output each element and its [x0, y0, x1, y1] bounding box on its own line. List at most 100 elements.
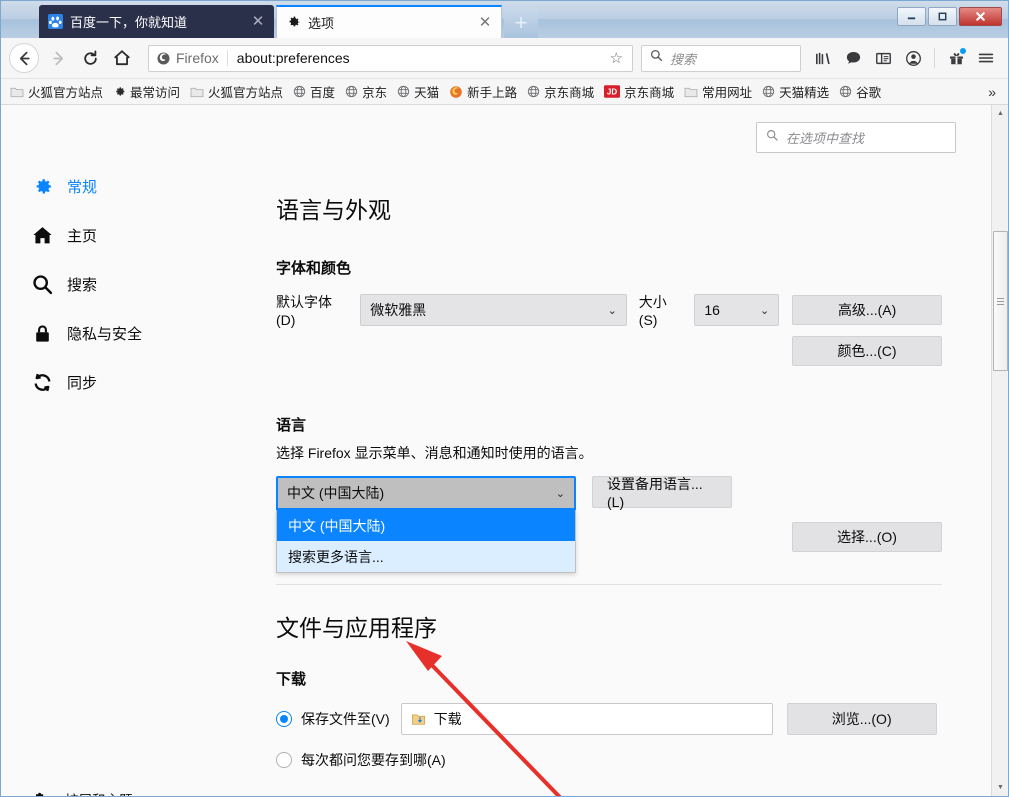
language-option-zh-cn[interactable]: 中文 (中国大陆): [277, 510, 575, 541]
ask-each-time-radio[interactable]: [276, 752, 292, 768]
search-icon: [650, 49, 663, 67]
language-select[interactable]: 中文 (中国大陆) ⌄: [276, 476, 576, 510]
brand-label: Firefox: [176, 50, 219, 66]
folder-icon: [190, 86, 204, 98]
url-text[interactable]: about:preferences: [228, 50, 608, 66]
sync-icon: [31, 371, 53, 393]
language-option-search-more[interactable]: 搜索更多语言...: [277, 541, 575, 572]
sidebar-item-privacy-security[interactable]: 隐私与安全: [31, 318, 261, 348]
bookmark-label: 最常访问: [130, 82, 180, 101]
gift-icon[interactable]: [942, 43, 970, 73]
save-files-label: 保存文件至(V): [301, 709, 390, 729]
minimize-button[interactable]: [897, 7, 926, 26]
sidebar-item-label: 隐私与安全: [67, 323, 142, 344]
download-folder-input[interactable]: 下载: [401, 703, 773, 735]
downloads-heading: 下载: [276, 668, 942, 689]
language-dropdown-popup: 中文 (中国大陆) 搜索更多语言...: [276, 510, 576, 573]
sidebar-item-extensions-themes[interactable]: 扩展和主题: [31, 785, 271, 796]
sidebar-icon[interactable]: [869, 43, 897, 73]
choose-button[interactable]: 选择...(O): [792, 522, 942, 552]
tab-baidu[interactable]: 百度一下，你就知道 ✕: [39, 5, 274, 38]
firefox-icon: [449, 85, 463, 99]
tab-close-icon[interactable]: ✕: [477, 15, 493, 31]
bookmark-item[interactable]: 谷歌: [834, 80, 886, 103]
chevron-down-icon: ⌄: [556, 487, 565, 500]
sidebar-item-home[interactable]: 主页: [31, 220, 261, 250]
font-size-label: 大小(S): [639, 292, 686, 328]
tab-title: 百度一下，你就知道: [70, 12, 243, 31]
default-font-select[interactable]: 微软雅黑 ⌄: [360, 294, 627, 326]
bookmark-item[interactable]: 百度: [288, 80, 340, 103]
maximize-button[interactable]: [928, 7, 957, 26]
library-icon[interactable]: [809, 43, 837, 73]
sidebar-item-label: 同步: [67, 372, 97, 393]
globe-icon: [293, 85, 306, 98]
tab-options[interactable]: 选项 ✕: [276, 5, 502, 38]
preferences-search-input[interactable]: 在选项中查找: [756, 122, 956, 153]
files-apps-title: 文件与应用程序: [276, 609, 942, 643]
bookmark-item[interactable]: 新手上路: [444, 80, 522, 103]
lock-icon: [31, 322, 53, 344]
bookmark-label: 京东商城: [624, 82, 674, 101]
preferences-sidebar: 常规 主页 搜索 隐私与安全: [31, 171, 261, 416]
globe-icon: [839, 85, 852, 98]
navigation-toolbar: Firefox about:preferences ☆ 搜索: [1, 38, 1008, 79]
preferences-page: 在选项中查找 常规 主页 搜索: [1, 105, 1008, 796]
pocket-icon[interactable]: [839, 43, 867, 73]
preferences-main-panel: 语言与外观 字体和颜色 默认字体(D) 微软雅黑 ⌄ 大小(S) 16 ⌄ 高级…: [276, 191, 942, 770]
font-size-select[interactable]: 16 ⌄: [694, 294, 779, 326]
folder-icon: [10, 86, 24, 98]
reload-button[interactable]: [74, 42, 106, 74]
save-files-row: 保存文件至(V) 下载 浏览...(O): [276, 703, 942, 735]
bookmark-item[interactable]: 京东商城: [522, 80, 599, 103]
account-icon[interactable]: [899, 43, 927, 73]
bookmark-item[interactable]: JD 京东商城: [599, 80, 679, 103]
sidebar-item-label: 搜索: [67, 274, 97, 295]
default-font-label: 默认字体(D): [276, 292, 351, 328]
svg-text:JD: JD: [607, 88, 617, 97]
home-button[interactable]: [106, 42, 138, 74]
set-alternate-languages-button[interactable]: 设置备用语言...(L): [592, 476, 732, 508]
page-title: 语言与外观: [276, 191, 942, 225]
bookmark-label: 天猫精选: [779, 82, 829, 101]
fonts-colors-heading: 字体和颜色: [276, 257, 942, 278]
sidebar-item-general[interactable]: 常规: [31, 171, 261, 201]
back-button[interactable]: [9, 43, 39, 73]
bookmark-item[interactable]: 火狐官方站点: [5, 80, 108, 103]
bookmark-item[interactable]: 火狐官方站点: [185, 80, 288, 103]
title-bar: 百度一下，你就知道 ✕ 选项 ✕ +: [1, 1, 1008, 38]
colors-row: 颜色...(C): [276, 336, 942, 366]
advanced-button[interactable]: 高级...(A): [792, 295, 942, 325]
globe-icon: [762, 85, 775, 98]
colors-button[interactable]: 颜色...(C): [792, 336, 942, 366]
new-tab-button[interactable]: +: [504, 7, 538, 38]
bookmark-item[interactable]: 常用网址: [679, 80, 757, 103]
scroll-up-button[interactable]: ▲: [992, 105, 1009, 122]
scrollbar-thumb[interactable]: [993, 231, 1008, 371]
save-files-radio[interactable]: [276, 711, 292, 727]
search-bar[interactable]: 搜索: [641, 45, 801, 72]
bookmark-item[interactable]: 京东: [340, 80, 392, 103]
url-bar[interactable]: Firefox about:preferences ☆: [148, 45, 633, 72]
close-button[interactable]: [959, 7, 1002, 26]
browse-button[interactable]: 浏览...(O): [787, 703, 937, 735]
sidebar-item-label: 扩展和主题: [65, 789, 133, 796]
gear-icon: [31, 175, 53, 197]
jd-icon: JD: [604, 85, 620, 98]
vertical-scrollbar[interactable]: ▲ ▼: [991, 105, 1008, 796]
bookmark-item[interactable]: 天猫精选: [757, 80, 834, 103]
ask-each-time-label: 每次都问您要存到哪(A): [301, 750, 446, 770]
tab-close-icon[interactable]: ✕: [250, 14, 266, 30]
sidebar-item-search[interactable]: 搜索: [31, 269, 261, 299]
search-placeholder: 搜索: [670, 49, 696, 68]
default-font-row: 默认字体(D) 微软雅黑 ⌄ 大小(S) 16 ⌄ 高级...(A): [276, 292, 942, 328]
hamburger-menu-icon[interactable]: [972, 43, 1000, 73]
bookmark-label: 天猫: [414, 82, 439, 101]
bookmark-item[interactable]: 最常访问: [108, 80, 185, 103]
scroll-down-button[interactable]: ▼: [992, 779, 1009, 796]
bookmarks-overflow-button[interactable]: »: [980, 84, 1004, 100]
bookmark-star-icon[interactable]: ☆: [608, 49, 625, 67]
sidebar-item-sync[interactable]: 同步: [31, 367, 261, 397]
bookmark-item[interactable]: 天猫: [392, 80, 444, 103]
baidu-favicon: [47, 14, 63, 30]
